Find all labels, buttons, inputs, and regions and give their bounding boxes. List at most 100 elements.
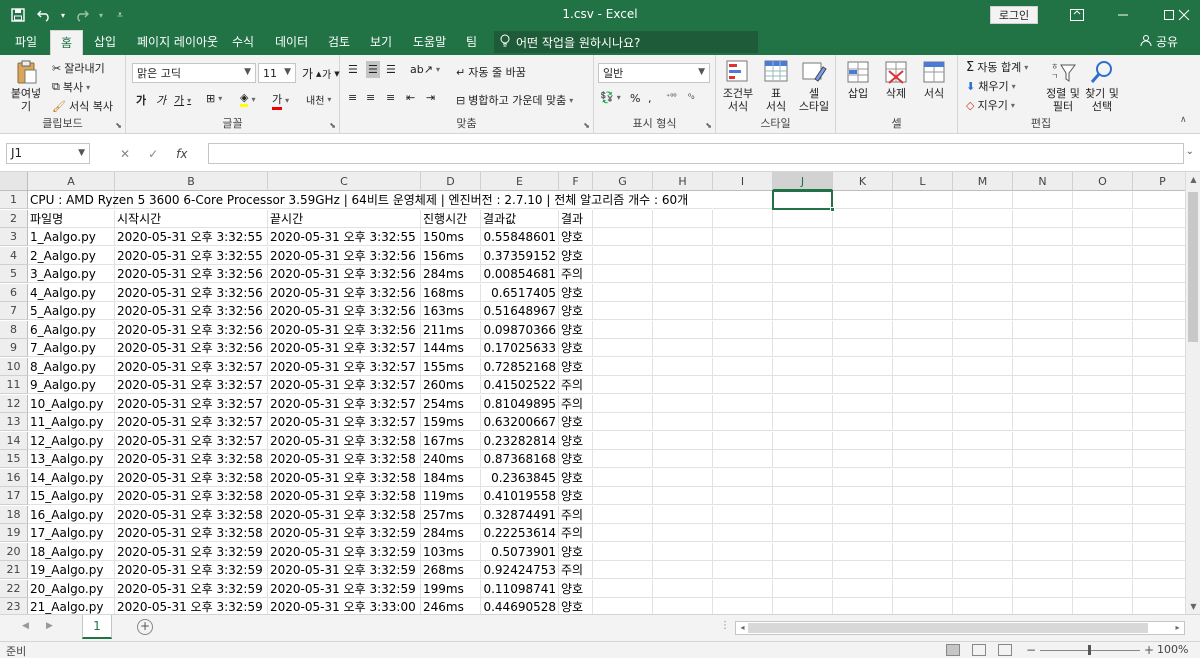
column-header-a[interactable]: A (28, 172, 115, 191)
empty-cell[interactable] (833, 283, 893, 302)
empty-cell[interactable] (713, 320, 773, 339)
empty-cell[interactable] (833, 302, 893, 320)
empty-cell[interactable] (1013, 265, 1073, 283)
empty-cell[interactable] (1073, 394, 1133, 413)
table-cell[interactable]: 2020-05-31 오후 3:32:57 (268, 376, 421, 394)
column-header-l[interactable]: L (893, 172, 953, 191)
empty-cell[interactable] (833, 413, 893, 431)
save-icon[interactable] (6, 4, 30, 26)
table-cell[interactable]: 2020-05-31 오후 3:32:58 (268, 450, 421, 468)
empty-cell[interactable] (1073, 209, 1133, 228)
empty-cell[interactable] (893, 542, 953, 561)
horizontal-scrollbar[interactable]: ◂ ▸ (735, 621, 1185, 635)
table-cell[interactable]: 0.72852168 (481, 357, 559, 376)
empty-cell[interactable] (1073, 450, 1133, 468)
table-cell[interactable]: 2020-05-31 오후 3:32:56 (268, 320, 421, 339)
column-header-e[interactable]: E (481, 172, 559, 191)
table-cell[interactable]: 2020-05-31 오후 3:32:58 (268, 487, 421, 505)
empty-cell[interactable] (653, 542, 713, 561)
table-cell[interactable]: 0.92424753 (481, 561, 559, 579)
empty-cell[interactable] (893, 320, 953, 339)
header-cell[interactable]: 파일명 (28, 209, 115, 228)
decrease-indent-button[interactable]: ⇤ (406, 91, 415, 104)
empty-cell[interactable] (1073, 431, 1133, 450)
empty-cell[interactable] (593, 487, 653, 505)
table-cell[interactable]: 2020-05-31 오후 3:32:56 (115, 320, 268, 339)
empty-cell[interactable] (893, 505, 953, 524)
empty-cell[interactable] (893, 191, 953, 209)
fill-color-button[interactable]: ◈ ▾ (240, 91, 255, 107)
row-header-22[interactable]: 22 (0, 579, 28, 598)
table-cell[interactable]: 2020-05-31 오후 3:32:55 (268, 228, 421, 246)
horizontal-scroll-thumb[interactable] (748, 623, 1148, 633)
empty-cell[interactable] (653, 283, 713, 302)
table-cell[interactable]: 2020-05-31 오후 3:32:57 (115, 413, 268, 431)
empty-cell[interactable] (593, 579, 653, 598)
table-cell[interactable]: 246ms (421, 598, 481, 614)
empty-cell[interactable] (1133, 432, 1185, 450)
empty-cell[interactable] (773, 339, 833, 357)
table-cell[interactable]: 184ms (421, 468, 481, 487)
close-icon[interactable] (1168, 0, 1200, 30)
cell-styles-button[interactable]: 셀 스타일 (796, 59, 832, 113)
empty-cell[interactable] (833, 320, 893, 339)
table-cell[interactable]: 2020-05-31 오후 3:32:56 (268, 283, 421, 302)
table-cell[interactable]: 2020-05-31 오후 3:33:00 (268, 598, 421, 614)
empty-cell[interactable] (1133, 210, 1185, 228)
table-cell[interactable]: 2020-05-31 오후 3:32:56 (268, 302, 421, 320)
empty-cell[interactable] (593, 228, 653, 246)
empty-cell[interactable] (593, 357, 653, 376)
bold-button[interactable]: 가 (136, 92, 146, 108)
empty-cell[interactable] (713, 209, 773, 228)
table-cell[interactable]: 4_Aalgo.py (28, 283, 115, 302)
empty-cell[interactable] (653, 320, 713, 339)
login-button[interactable]: 로그인 (990, 6, 1038, 24)
autosum-button[interactable]: Σ 자동 합계 ▾ (966, 59, 1028, 75)
empty-cell[interactable] (953, 209, 1013, 228)
empty-cell[interactable] (593, 394, 653, 413)
empty-cell[interactable] (1013, 209, 1073, 228)
empty-cell[interactable] (953, 505, 1013, 524)
empty-cell[interactable] (953, 302, 1013, 320)
table-cell[interactable]: 10_Aalgo.py (28, 394, 115, 413)
empty-cell[interactable] (593, 209, 653, 228)
empty-cell[interactable] (713, 598, 773, 614)
table-cell[interactable]: 0.5073901 (481, 542, 559, 561)
table-cell[interactable]: 양호 (559, 598, 593, 614)
align-right-button[interactable]: ≡ (386, 91, 395, 104)
table-cell[interactable]: 268ms (421, 561, 481, 579)
table-cell[interactable]: 주의 (559, 561, 593, 579)
empty-cell[interactable] (713, 561, 773, 579)
empty-cell[interactable] (893, 431, 953, 450)
empty-cell[interactable] (653, 265, 713, 283)
empty-cell[interactable] (773, 542, 833, 561)
empty-cell[interactable] (1013, 376, 1073, 394)
table-cell[interactable]: 284ms (421, 524, 481, 542)
dialog-launcher-icon[interactable]: ⬊ (115, 121, 122, 130)
empty-cell[interactable] (593, 561, 653, 579)
table-cell[interactable]: 254ms (421, 394, 481, 413)
zoom-level[interactable]: 100% (1157, 643, 1188, 656)
empty-cell[interactable] (1013, 413, 1073, 431)
empty-cell[interactable] (893, 579, 953, 598)
tab-insert[interactable]: 삽입 (84, 30, 126, 55)
empty-cell[interactable] (1133, 413, 1185, 431)
empty-cell[interactable] (1013, 487, 1073, 505)
empty-cell[interactable] (713, 487, 773, 505)
undo-dropdown-icon[interactable]: ▾ (58, 4, 68, 26)
column-header-g[interactable]: G (593, 172, 653, 191)
table-cell[interactable]: 2020-05-31 오후 3:32:58 (268, 505, 421, 524)
empty-cell[interactable] (593, 413, 653, 431)
empty-cell[interactable] (773, 376, 833, 394)
empty-cell[interactable] (773, 228, 833, 246)
underline-button[interactable]: 가 ▾ (174, 92, 191, 108)
empty-cell[interactable] (713, 431, 773, 450)
row-header-8[interactable]: 8 (0, 320, 28, 339)
wrap-text-button[interactable]: ↵ 자동 줄 바꿈 (456, 64, 526, 80)
page-break-view-icon[interactable] (998, 644, 1012, 656)
formula-input[interactable] (208, 143, 1184, 164)
empty-cell[interactable] (713, 357, 773, 376)
table-cell[interactable]: 2020-05-31 오후 3:32:59 (268, 542, 421, 561)
empty-cell[interactable] (713, 283, 773, 302)
redo-dropdown-icon[interactable]: ▾ (96, 4, 106, 26)
